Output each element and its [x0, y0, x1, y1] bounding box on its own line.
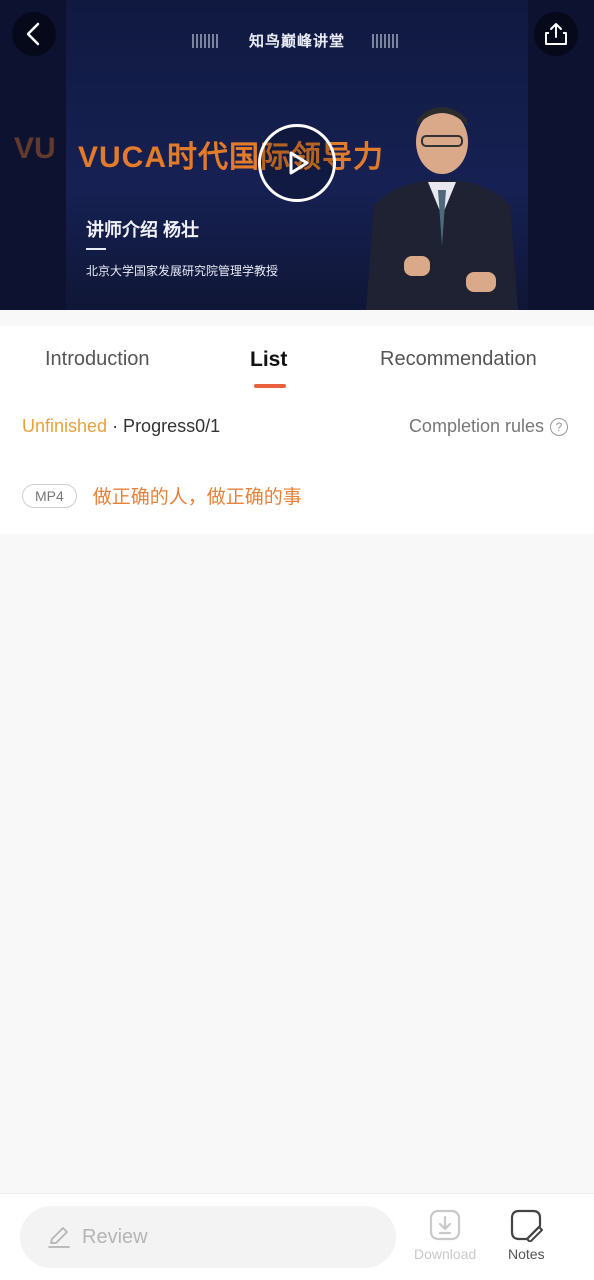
active-tab-indicator — [254, 384, 286, 388]
video-player[interactable]: VU 知鸟巅峰讲堂 VUCA时代国际领导力 讲师介绍 杨壮 北京大学国家发展研究… — [0, 0, 594, 310]
share-icon — [545, 23, 567, 45]
download-button[interactable]: Download — [414, 1208, 476, 1262]
brand-decoration-right — [372, 34, 400, 48]
play-button[interactable] — [258, 124, 336, 202]
list-item-title: 做正确的人，做正确的事 — [92, 487, 302, 508]
tab-introduction[interactable]: Introduction — [45, 348, 150, 371]
back-arrow-icon — [26, 22, 40, 46]
tab-list[interactable]: List — [250, 348, 287, 372]
lecturer-divider — [86, 248, 106, 250]
download-icon — [430, 1209, 461, 1241]
list-item[interactable]: MP4 做正确的人，做正确的事 — [22, 482, 302, 509]
progress-row: Unfinished · Progress0/1 — [22, 416, 220, 437]
lecturer-title: 北京大学国家发展研究院管理学教授 — [86, 264, 279, 278]
download-label: Download — [414, 1246, 477, 1262]
review-input[interactable]: Review — [20, 1206, 396, 1268]
lecturer-name: 讲师介绍 杨壮 — [86, 220, 200, 240]
completion-rules-label: Completion rules — [408, 416, 544, 436]
notes-button[interactable]: Notes — [508, 1208, 545, 1262]
question-mark-icon: ? — [550, 417, 568, 436]
headline-ghost: VU — [14, 132, 56, 165]
notes-label: Notes — [508, 1246, 545, 1262]
tab-recommendation[interactable]: Recommendation — [380, 348, 537, 371]
back-button[interactable] — [12, 12, 56, 56]
course-list-panel: Unfinished · Progress0/1 Completion rule… — [0, 396, 594, 534]
play-icon — [289, 151, 309, 175]
status-badge: Unfinished — [22, 416, 108, 436]
video-headline: VUCA时代国际领导力 — [78, 141, 385, 174]
completion-rules-link[interactable]: Completion rules ? — [409, 416, 568, 437]
bottom-action-bar: Review Download Notes — [0, 1193, 594, 1280]
pencil-icon — [48, 1227, 70, 1248]
video-brand: 知鸟巅峰讲堂 — [248, 33, 345, 50]
speaker-illustration — [366, 107, 518, 310]
notes-icon — [511, 1209, 544, 1242]
share-button[interactable] — [534, 12, 578, 56]
tab-bar: Introduction List Recommendation — [0, 326, 594, 396]
file-type-badge: MP4 — [22, 483, 77, 508]
progress-text: · Progress0/1 — [107, 416, 221, 436]
review-placeholder: Review — [82, 1225, 148, 1248]
